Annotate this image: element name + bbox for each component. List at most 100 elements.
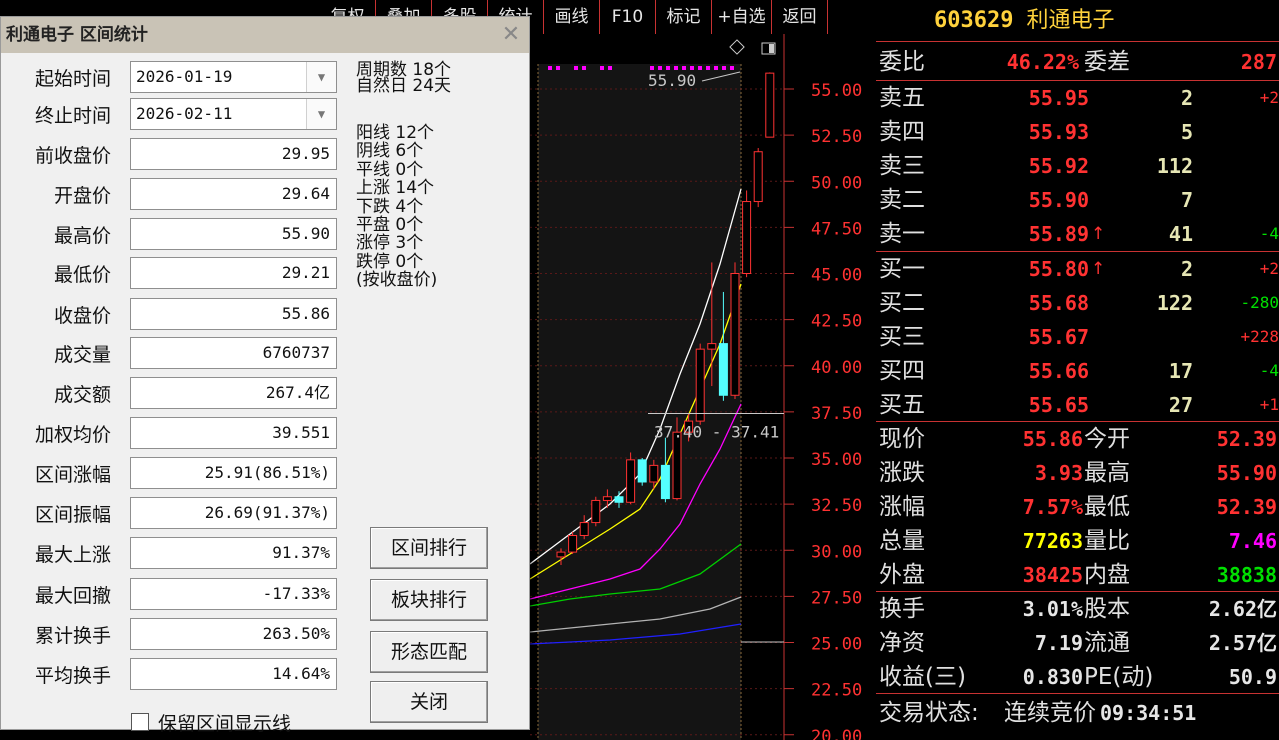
level-label: 买四 xyxy=(879,358,925,384)
price-tick-label: 42.50 xyxy=(811,312,862,332)
bid-row[interactable]: 买五 55.65 27 +1 xyxy=(876,388,1279,422)
stat-value: 0.830 xyxy=(1022,665,1083,689)
marker-dot xyxy=(706,66,710,70)
toolbar-button-back[interactable]: 返回 xyxy=(772,0,828,34)
stat-value: 3.01% xyxy=(1022,597,1083,621)
weibi-value: 46.22% xyxy=(1006,50,1079,74)
marker-dot xyxy=(608,66,612,70)
candle-body xyxy=(626,459,636,503)
summary-line: 平盘 0个 xyxy=(356,215,424,235)
marker-dot xyxy=(600,66,604,70)
stat-value: 38838 xyxy=(1216,563,1277,587)
candle-body xyxy=(649,464,659,483)
chevron-down-icon[interactable]: ▼ xyxy=(306,99,336,129)
dialog-titlebar[interactable]: 利通电子 区间统计 ✕ xyxy=(1,17,529,53)
field-value: 55.86 xyxy=(130,298,337,330)
stat-label: 最低 xyxy=(1084,494,1130,520)
field-label: 最高价 xyxy=(53,225,111,247)
summary-line: 自然日 24天 xyxy=(356,76,452,96)
price-tick-label: 47.50 xyxy=(811,219,862,239)
bid-row[interactable]: 买三 55.67 +228 xyxy=(876,320,1279,354)
bid-row[interactable]: 买四 55.66 17 -4 xyxy=(876,354,1279,388)
ask-row[interactable]: 卖一 55.89 ↑ 41 -4 xyxy=(876,217,1279,251)
chevron-down-icon[interactable]: ▼ xyxy=(306,62,336,92)
ask-row[interactable]: 卖二 55.90 7 xyxy=(876,183,1279,217)
price-tick-label: 32.50 xyxy=(811,496,862,516)
price-tick-label: 37.50 xyxy=(811,404,862,424)
field-label: 平均换手 xyxy=(34,665,111,687)
summary-line: 涨停 3个 xyxy=(356,233,424,254)
level-volume: 112 xyxy=(1156,154,1193,178)
marker-dot xyxy=(650,66,654,70)
level-price: 55.90 xyxy=(1028,188,1089,212)
stat-value: 38425 xyxy=(1022,563,1083,587)
stat-row: 总量 77263 量比 7.46 xyxy=(876,524,1279,558)
ask-row[interactable]: 卖三 55.92 112 xyxy=(876,149,1279,183)
price-tick-label: 45.00 xyxy=(811,266,862,286)
field-value-text: 39.551 xyxy=(272,423,330,442)
field-value-text: 263.50% xyxy=(262,624,330,643)
marker-dot xyxy=(556,66,560,70)
toolbar-button-biaoji[interactable]: 标记 xyxy=(656,0,712,34)
field-value: 39.551 xyxy=(130,417,337,449)
field-value: 14.64% xyxy=(130,658,337,690)
level-volume: 5 xyxy=(1180,120,1193,144)
keep-interval-line-label: 保留区间显示线 xyxy=(158,713,292,735)
field-value-text: 29.21 xyxy=(281,263,330,282)
selected-interval-band xyxy=(538,64,741,740)
toolbar-button-add-watchlist[interactable]: +自选 xyxy=(712,0,772,34)
candle-body xyxy=(568,534,578,553)
field-value-text: 6760737 xyxy=(262,343,330,362)
toolbar-button-huaxian[interactable]: 画线 xyxy=(544,0,600,34)
candle-body xyxy=(579,522,589,536)
candle-body xyxy=(660,464,670,500)
interval-stats-dialog: 利通电子 区间统计 ✕ 起始时间 2026-01-19 ▼ 终止时间 2026-02-1… xyxy=(0,16,530,730)
field-value-text: 26.69(91.37%) xyxy=(204,503,330,522)
ask-row[interactable]: 卖四 55.93 5 xyxy=(876,115,1279,149)
stat-row: 净资 7.19 流通 2.57亿 xyxy=(876,626,1279,660)
field-value: -17.33% xyxy=(130,578,337,610)
candle-body xyxy=(742,201,752,274)
end-date-select[interactable]: 2026-02-11 ▼ xyxy=(130,98,337,130)
stock-code: 603629 xyxy=(934,8,1014,33)
level-price: 55.68 xyxy=(1028,291,1089,315)
marker-dot xyxy=(682,66,686,70)
interval-rank-button[interactable]: 区间排行 xyxy=(370,527,488,569)
candle-body xyxy=(718,343,728,396)
range-marker-label: 37.40 - 37.41 xyxy=(654,423,779,442)
field-value: 263.50% xyxy=(130,618,337,650)
candle-body xyxy=(707,343,717,350)
bid-row[interactable]: 买一 55.80 ↑ 2 +2 xyxy=(876,252,1279,286)
field-value-text: 55.90 xyxy=(281,224,330,243)
summary-line: 阳线 12个 xyxy=(356,123,435,143)
close-icon[interactable]: ✕ xyxy=(499,23,523,47)
divider xyxy=(876,591,1279,592)
toolbar-button-f10[interactable]: F10 xyxy=(600,0,656,34)
level-change: +228 xyxy=(1240,327,1279,346)
marker-dot xyxy=(582,66,586,70)
summary-line: 上涨 14个 xyxy=(356,178,435,199)
stat-value: 7.19 xyxy=(1034,631,1083,655)
pattern-match-button[interactable]: 形态匹配 xyxy=(370,631,488,673)
stat-value: 52.39 xyxy=(1216,427,1277,451)
kline-chart[interactable]: 55.00 52.50 50.00 47.50 45.00 42.50 40.00 37.50… xyxy=(530,34,876,740)
keep-interval-line-checkbox[interactable] xyxy=(131,713,149,731)
ask-row[interactable]: 卖五 55.95 2 +2 xyxy=(876,81,1279,115)
stat-label: 收益(三) xyxy=(879,664,966,690)
bid-row[interactable]: 买二 55.68 122 -280 xyxy=(876,286,1279,320)
stat-label: 量比 xyxy=(1084,528,1130,554)
stat-label: 净资 xyxy=(879,630,925,656)
field-value: 29.21 xyxy=(130,257,337,289)
summary-line: 下跌 4个 xyxy=(356,196,424,217)
window-icon-fill xyxy=(769,44,774,53)
sector-rank-button[interactable]: 板块排行 xyxy=(370,579,488,621)
start-date-select[interactable]: 2026-01-19 ▼ xyxy=(130,61,337,93)
close-button[interactable]: 关闭 xyxy=(370,681,488,723)
field-label: 收盘价 xyxy=(53,305,111,327)
dialog-title: 利通电子 区间统计 xyxy=(6,25,148,45)
level-volume: 17 xyxy=(1168,359,1193,383)
level-change: +2 xyxy=(1259,88,1279,107)
level-price: 55.80 xyxy=(1028,257,1089,281)
marker-dot xyxy=(690,66,694,70)
level-volume: 122 xyxy=(1156,291,1193,315)
